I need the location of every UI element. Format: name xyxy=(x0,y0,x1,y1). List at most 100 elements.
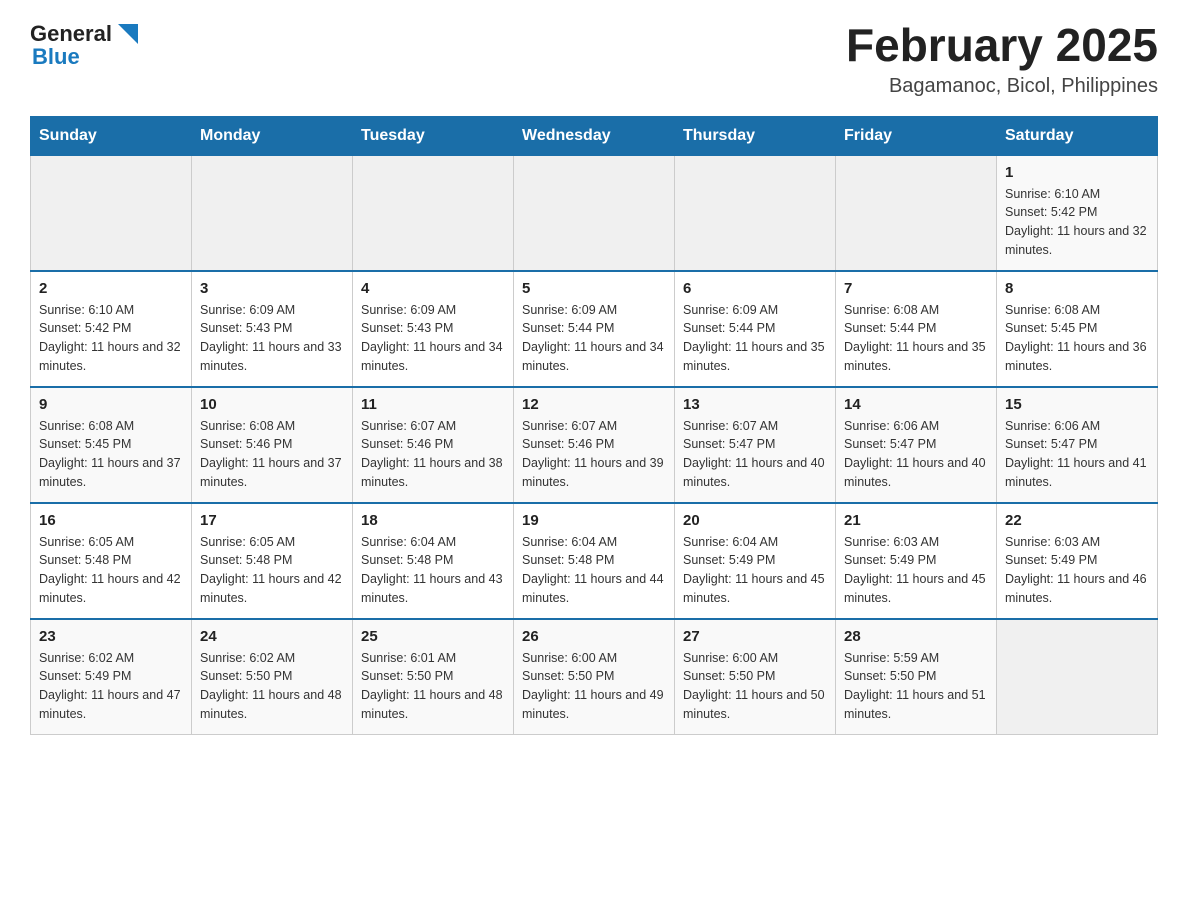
day-info: Sunrise: 6:07 AM Sunset: 5:47 PM Dayligh… xyxy=(683,417,827,492)
calendar-day-header: Monday xyxy=(192,116,353,155)
day-number: 6 xyxy=(683,280,827,297)
day-number: 2 xyxy=(39,280,183,297)
day-info: Sunrise: 6:06 AM Sunset: 5:47 PM Dayligh… xyxy=(844,417,988,492)
day-info: Sunrise: 6:03 AM Sunset: 5:49 PM Dayligh… xyxy=(1005,533,1149,608)
day-number: 8 xyxy=(1005,280,1149,297)
title-section: February 2025 Bagamanoc, Bicol, Philippi… xyxy=(846,20,1158,98)
calendar-day-cell: 13 Sunrise: 6:07 AM Sunset: 5:47 PM Dayli… xyxy=(675,387,836,503)
day-number: 7 xyxy=(844,280,988,297)
day-info: Sunrise: 6:10 AM Sunset: 5:42 PM Dayligh… xyxy=(1005,185,1149,260)
calendar-week-row: 9 Sunrise: 6:08 AM Sunset: 5:45 PM Daylig… xyxy=(31,387,1158,503)
calendar-day-cell: 17 Sunrise: 6:05 AM Sunset: 5:48 PM Dayli… xyxy=(192,503,353,619)
day-number: 26 xyxy=(522,628,666,645)
day-info: Sunrise: 6:04 AM Sunset: 5:48 PM Dayligh… xyxy=(522,533,666,608)
calendar-day-cell: 28 Sunrise: 5:59 AM Sunset: 5:50 PM Dayli… xyxy=(836,619,997,735)
day-number: 27 xyxy=(683,628,827,645)
day-number: 3 xyxy=(200,280,344,297)
day-info: Sunrise: 6:08 AM Sunset: 5:44 PM Dayligh… xyxy=(844,301,988,376)
day-number: 12 xyxy=(522,396,666,413)
calendar-day-cell xyxy=(836,155,997,271)
day-number: 14 xyxy=(844,396,988,413)
calendar-day-cell: 2 Sunrise: 6:10 AM Sunset: 5:42 PM Daylig… xyxy=(31,271,192,387)
day-info: Sunrise: 6:05 AM Sunset: 5:48 PM Dayligh… xyxy=(39,533,183,608)
calendar-day-cell xyxy=(353,155,514,271)
calendar-day-cell: 14 Sunrise: 6:06 AM Sunset: 5:47 PM Dayli… xyxy=(836,387,997,503)
calendar-day-header: Friday xyxy=(836,116,997,155)
day-number: 24 xyxy=(200,628,344,645)
day-info: Sunrise: 6:08 AM Sunset: 5:45 PM Dayligh… xyxy=(39,417,183,492)
page-header: General Blue February 2025 Bagamanoc, Bi… xyxy=(30,20,1158,98)
calendar-week-row: 1Sunrise: 6:10 AM Sunset: 5:42 PM Daylig… xyxy=(31,155,1158,271)
calendar-week-row: 16 Sunrise: 6:05 AM Sunset: 5:48 PM Dayli… xyxy=(31,503,1158,619)
calendar-day-cell: 3 Sunrise: 6:09 AM Sunset: 5:43 PM Daylig… xyxy=(192,271,353,387)
day-number: 19 xyxy=(522,512,666,529)
calendar-day-cell: 4 Sunrise: 6:09 AM Sunset: 5:43 PM Daylig… xyxy=(353,271,514,387)
calendar-day-cell: 21Sunrise: 6:03 AM Sunset: 5:49 PM Dayli… xyxy=(836,503,997,619)
day-number: 25 xyxy=(361,628,505,645)
day-number: 9 xyxy=(39,396,183,413)
calendar-header-row: SundayMondayTuesdayWednesdayThursdayFrid… xyxy=(31,116,1158,155)
day-info: Sunrise: 6:00 AM Sunset: 5:50 PM Dayligh… xyxy=(522,649,666,724)
day-info: Sunrise: 6:09 AM Sunset: 5:44 PM Dayligh… xyxy=(522,301,666,376)
day-info: Sunrise: 6:03 AM Sunset: 5:49 PM Dayligh… xyxy=(844,533,988,608)
calendar-day-cell: 9 Sunrise: 6:08 AM Sunset: 5:45 PM Daylig… xyxy=(31,387,192,503)
day-number: 10 xyxy=(200,396,344,413)
day-number: 18 xyxy=(361,512,505,529)
day-info: Sunrise: 6:05 AM Sunset: 5:48 PM Dayligh… xyxy=(200,533,344,608)
calendar-day-header: Thursday xyxy=(675,116,836,155)
day-info: Sunrise: 6:01 AM Sunset: 5:50 PM Dayligh… xyxy=(361,649,505,724)
day-info: Sunrise: 6:00 AM Sunset: 5:50 PM Dayligh… xyxy=(683,649,827,724)
calendar-day-cell: 25 Sunrise: 6:01 AM Sunset: 5:50 PM Dayli… xyxy=(353,619,514,735)
day-info: Sunrise: 6:04 AM Sunset: 5:49 PM Dayligh… xyxy=(683,533,827,608)
calendar-day-cell: 19 Sunrise: 6:04 AM Sunset: 5:48 PM Dayli… xyxy=(514,503,675,619)
day-info: Sunrise: 6:04 AM Sunset: 5:48 PM Dayligh… xyxy=(361,533,505,608)
calendar-day-header: Saturday xyxy=(997,116,1158,155)
calendar-day-cell: 12 Sunrise: 6:07 AM Sunset: 5:46 PM Dayli… xyxy=(514,387,675,503)
day-number: 15 xyxy=(1005,396,1149,413)
day-info: Sunrise: 6:07 AM Sunset: 5:46 PM Dayligh… xyxy=(361,417,505,492)
calendar-day-cell: 11 Sunrise: 6:07 AM Sunset: 5:46 PM Dayli… xyxy=(353,387,514,503)
calendar-day-cell: 1Sunrise: 6:10 AM Sunset: 5:42 PM Daylig… xyxy=(997,155,1158,271)
logo: General Blue xyxy=(30,20,142,70)
calendar-day-header: Tuesday xyxy=(353,116,514,155)
calendar-day-cell: 15 Sunrise: 6:06 AM Sunset: 5:47 PM Dayli… xyxy=(997,387,1158,503)
calendar-day-cell: 24 Sunrise: 6:02 AM Sunset: 5:50 PM Dayli… xyxy=(192,619,353,735)
day-number: 11 xyxy=(361,396,505,413)
day-info: Sunrise: 6:02 AM Sunset: 5:50 PM Dayligh… xyxy=(200,649,344,724)
day-number: 28 xyxy=(844,628,988,645)
calendar-day-cell: 23 Sunrise: 6:02 AM Sunset: 5:49 PM Dayli… xyxy=(31,619,192,735)
day-number: 17 xyxy=(200,512,344,529)
day-info: Sunrise: 6:09 AM Sunset: 5:43 PM Dayligh… xyxy=(361,301,505,376)
day-number: 13 xyxy=(683,396,827,413)
calendar-table: SundayMondayTuesdayWednesdayThursdayFrid… xyxy=(30,116,1158,735)
page-title: February 2025 xyxy=(846,20,1158,71)
calendar-day-cell: 16 Sunrise: 6:05 AM Sunset: 5:48 PM Dayli… xyxy=(31,503,192,619)
calendar-day-cell: 10Sunrise: 6:08 AM Sunset: 5:46 PM Dayli… xyxy=(192,387,353,503)
calendar-day-cell: 22Sunrise: 6:03 AM Sunset: 5:49 PM Dayli… xyxy=(997,503,1158,619)
day-info: Sunrise: 6:06 AM Sunset: 5:47 PM Dayligh… xyxy=(1005,417,1149,492)
day-number: 23 xyxy=(39,628,183,645)
calendar-day-cell: 18 Sunrise: 6:04 AM Sunset: 5:48 PM Dayli… xyxy=(353,503,514,619)
day-info: Sunrise: 5:59 AM Sunset: 5:50 PM Dayligh… xyxy=(844,649,988,724)
calendar-day-cell: 7 Sunrise: 6:08 AM Sunset: 5:44 PM Daylig… xyxy=(836,271,997,387)
day-info: Sunrise: 6:09 AM Sunset: 5:44 PM Dayligh… xyxy=(683,301,827,376)
calendar-day-cell xyxy=(192,155,353,271)
calendar-day-cell xyxy=(31,155,192,271)
calendar-day-cell xyxy=(997,619,1158,735)
calendar-week-row: 2 Sunrise: 6:10 AM Sunset: 5:42 PM Daylig… xyxy=(31,271,1158,387)
calendar-day-cell xyxy=(514,155,675,271)
day-number: 20 xyxy=(683,512,827,529)
day-info: Sunrise: 6:02 AM Sunset: 5:49 PM Dayligh… xyxy=(39,649,183,724)
day-number: 16 xyxy=(39,512,183,529)
calendar-day-cell: 5 Sunrise: 6:09 AM Sunset: 5:44 PM Daylig… xyxy=(514,271,675,387)
day-info: Sunrise: 6:07 AM Sunset: 5:46 PM Dayligh… xyxy=(522,417,666,492)
day-number: 4 xyxy=(361,280,505,297)
day-number: 5 xyxy=(522,280,666,297)
calendar-week-row: 23 Sunrise: 6:02 AM Sunset: 5:49 PM Dayli… xyxy=(31,619,1158,735)
day-info: Sunrise: 6:09 AM Sunset: 5:43 PM Dayligh… xyxy=(200,301,344,376)
day-info: Sunrise: 6:08 AM Sunset: 5:45 PM Dayligh… xyxy=(1005,301,1149,376)
calendar-day-cell: 26 Sunrise: 6:00 AM Sunset: 5:50 PM Dayli… xyxy=(514,619,675,735)
day-info: Sunrise: 6:10 AM Sunset: 5:42 PM Dayligh… xyxy=(39,301,183,376)
calendar-day-cell: 27 Sunrise: 6:00 AM Sunset: 5:50 PM Dayli… xyxy=(675,619,836,735)
calendar-day-cell: 8 Sunrise: 6:08 AM Sunset: 5:45 PM Daylig… xyxy=(997,271,1158,387)
